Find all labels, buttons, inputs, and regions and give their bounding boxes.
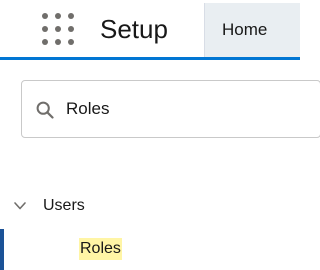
launcher-dot bbox=[68, 26, 74, 32]
selected-indicator bbox=[0, 229, 4, 270]
tree-item-users-label: Users bbox=[43, 197, 85, 214]
tab-home[interactable]: Home bbox=[204, 3, 300, 57]
quick-find-input[interactable] bbox=[66, 95, 266, 123]
launcher-dot bbox=[55, 39, 61, 45]
tree-item-roles[interactable]: Roles bbox=[0, 229, 300, 270]
header-accent-rule bbox=[0, 57, 300, 60]
launcher-dot bbox=[55, 26, 61, 32]
launcher-dot bbox=[42, 26, 48, 32]
search-icon bbox=[36, 101, 54, 119]
launcher-dot bbox=[55, 13, 61, 19]
chevron-down-icon[interactable] bbox=[13, 199, 27, 213]
app-title: Setup bbox=[100, 14, 168, 44]
tree-item-roles-label: Roles bbox=[79, 238, 122, 260]
tree-item-users[interactable]: Users bbox=[0, 192, 300, 220]
launcher-dot bbox=[68, 39, 74, 45]
quick-find-box[interactable] bbox=[21, 80, 320, 138]
tab-home-label: Home bbox=[222, 20, 268, 39]
launcher-dot bbox=[42, 39, 48, 45]
launcher-dot bbox=[68, 13, 74, 19]
launcher-dot bbox=[42, 13, 48, 19]
app-launcher-icon[interactable] bbox=[40, 11, 76, 47]
